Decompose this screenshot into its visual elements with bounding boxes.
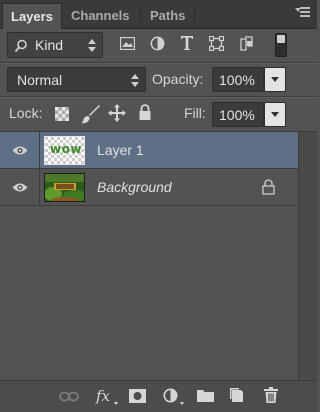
filter-kind-select[interactable]: Kind	[7, 32, 103, 58]
layers-bottom-toolbar: fx	[0, 380, 317, 412]
opacity-label: Opacity:	[152, 71, 204, 87]
lock-all-icon[interactable]	[138, 104, 152, 121]
lock-icon	[262, 179, 275, 195]
tab-paths[interactable]: Paths	[142, 3, 193, 28]
layer-row[interactable]: wow Layer 1	[0, 132, 298, 169]
layer-row[interactable]: Background	[0, 169, 298, 206]
chevron-down-icon	[271, 77, 279, 82]
tab-layers[interactable]: Layers	[2, 3, 62, 29]
new-group-icon[interactable]	[197, 389, 214, 402]
shape-layer-filter-icon[interactable]	[209, 36, 224, 51]
layers-panel: Layers Channels Paths Kind Normal Opacit…	[0, 0, 317, 412]
opacity-value: 100%	[219, 72, 255, 88]
eye-icon	[12, 146, 28, 155]
layer-thumbnail	[44, 173, 85, 202]
filter-toggle-icon[interactable]	[275, 33, 287, 57]
type-layer-filter-icon[interactable]	[180, 35, 194, 51]
layer-name[interactable]: Background	[97, 179, 172, 195]
adjustment-layer-icon[interactable]	[163, 388, 178, 403]
visibility-toggle[interactable]	[0, 132, 40, 169]
filter-row: Kind	[0, 28, 317, 64]
blend-mode-select[interactable]: Normal	[7, 67, 146, 92]
lock-position-icon[interactable]	[108, 104, 126, 122]
blend-row: Normal Opacity: 100%	[0, 64, 317, 94]
smart-object-filter-icon[interactable]	[240, 36, 254, 51]
fill-value: 100%	[219, 107, 255, 123]
tab-divider	[194, 6, 195, 23]
thumbnail-text: wow	[50, 142, 82, 156]
lock-transparent-pixels-icon[interactable]	[55, 107, 69, 121]
fx-icon[interactable]: fx	[96, 387, 110, 405]
tab-channels[interactable]: Channels	[63, 3, 138, 28]
lock-row: Lock: Fill: 100%	[0, 98, 317, 130]
panel-tab-bar: Layers Channels Paths	[0, 0, 317, 29]
layer-thumbnail: wow	[44, 136, 85, 165]
pixel-layer-filter-icon[interactable]	[120, 37, 135, 50]
search-icon	[14, 39, 27, 53]
opacity-dropdown-button[interactable]	[264, 67, 286, 92]
eye-icon	[12, 183, 28, 192]
fill-label: Fill:	[184, 105, 206, 121]
fill-dropdown-button[interactable]	[264, 102, 286, 127]
lock-label: Lock:	[9, 105, 43, 121]
opacity-input[interactable]: 100%	[212, 67, 264, 92]
layer-name[interactable]: Layer 1	[97, 142, 144, 158]
tab-divider	[140, 6, 141, 23]
link-layers-icon[interactable]	[59, 391, 79, 402]
add-mask-icon[interactable]	[129, 389, 146, 403]
empty-layers-space	[0, 206, 298, 380]
adjustment-layer-filter-icon[interactable]	[150, 36, 165, 51]
layers-list: wow Layer 1 Background	[0, 132, 298, 380]
filter-kind-value: Kind	[35, 37, 64, 53]
panel-menu-icon[interactable]	[295, 6, 311, 20]
chevron-down-icon	[180, 402, 184, 405]
chevron-updown-icon	[131, 74, 139, 88]
chevron-down-icon	[271, 112, 279, 117]
chevron-down-icon	[114, 402, 118, 405]
layers-scrollbar[interactable]	[298, 132, 317, 380]
visibility-toggle[interactable]	[0, 169, 40, 206]
blend-mode-value: Normal	[17, 72, 63, 88]
lock-image-pixels-icon[interactable]	[81, 104, 101, 124]
new-layer-icon[interactable]	[230, 388, 245, 403]
delete-layer-icon[interactable]	[264, 387, 278, 403]
chevron-updown-icon	[88, 39, 96, 53]
fill-input[interactable]: 100%	[212, 102, 264, 127]
